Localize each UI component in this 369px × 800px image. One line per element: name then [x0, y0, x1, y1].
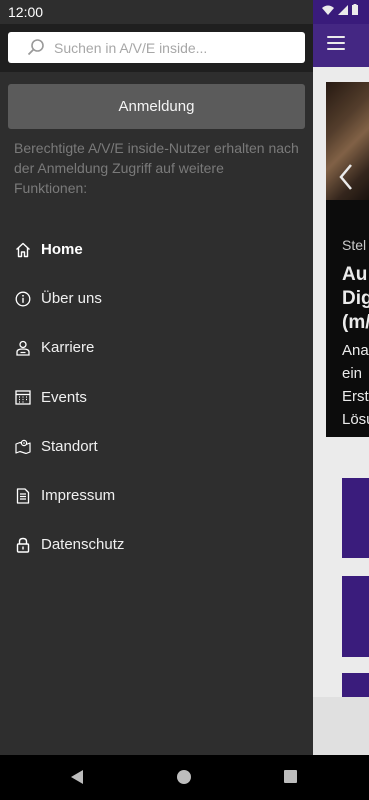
drawer-scrim[interactable] — [313, 0, 369, 755]
nav-item-label: Datenschutz — [41, 536, 125, 554]
search-bar — [0, 24, 313, 72]
calendar-icon — [14, 389, 31, 406]
nav-item-home[interactable]: Home — [0, 225, 313, 274]
search-input[interactable] — [54, 32, 299, 63]
navigation-drawer: 12:00 Anmeldung Berechtigte A/V/E inside… — [0, 0, 313, 755]
nav-item-label: Karriere — [41, 339, 95, 357]
login-button[interactable]: Anmeldung — [8, 84, 305, 129]
nav-item-events[interactable]: Events — [0, 373, 313, 422]
nav-item-label: Über uns — [41, 290, 102, 308]
nav-item-label: Impressum — [41, 487, 116, 505]
nav-item-impressum[interactable]: Impressum — [0, 471, 313, 520]
nav-item-ueber-uns[interactable]: Über uns — [0, 274, 313, 323]
nav-menu: Home Über uns Karriere Events Standort I… — [0, 225, 313, 569]
recent-apps-icon[interactable] — [284, 770, 297, 783]
nav-item-label: Events — [41, 388, 87, 406]
search-icon — [27, 39, 44, 56]
status-time: 12:00 — [8, 4, 44, 20]
home-icon — [14, 241, 31, 258]
lock-icon — [14, 536, 31, 553]
home-button-icon[interactable] — [177, 770, 191, 784]
map-pin-icon — [14, 438, 31, 455]
login-hint: Berechtigte A/V/E inside-Nutzer erhalten… — [14, 140, 299, 196]
nav-item-label: Home — [41, 241, 83, 259]
search-box[interactable] — [8, 32, 305, 63]
nav-item-datenschutz[interactable]: Datenschutz — [0, 520, 313, 569]
back-icon[interactable] — [70, 769, 84, 785]
nav-item-karriere[interactable]: Karriere — [0, 323, 313, 372]
nav-item-standort[interactable]: Standort — [0, 422, 313, 471]
info-icon — [14, 290, 31, 307]
nav-item-label: Standort — [41, 437, 98, 455]
person-icon — [14, 339, 31, 356]
document-icon — [14, 487, 31, 504]
system-navigation-bar — [0, 755, 369, 800]
